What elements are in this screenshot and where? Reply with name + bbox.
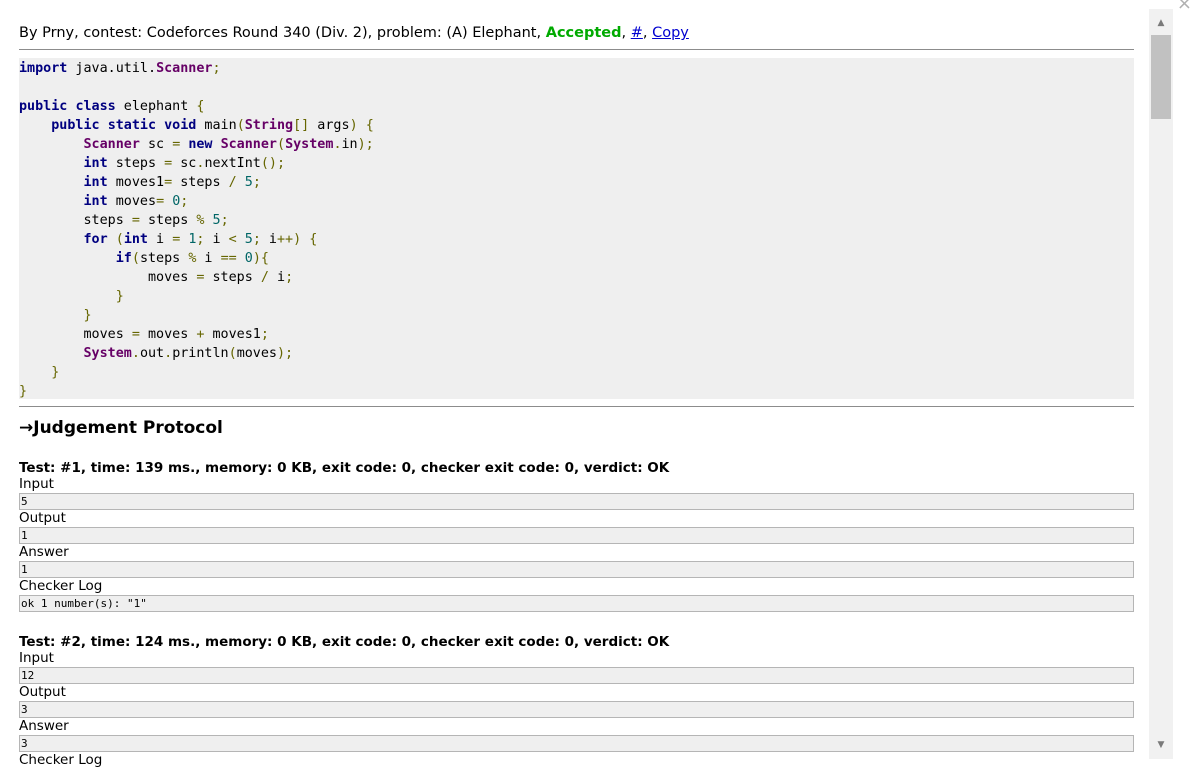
code-line: Scanner sc = new Scanner(System.in);	[83, 137, 374, 152]
output-label: Output	[19, 510, 66, 526]
separator: ,	[621, 25, 631, 41]
code-line: }	[115, 289, 124, 304]
output-value: 1	[19, 527, 1134, 544]
code-line: for (int i = 1; i < 5; i++) {	[83, 232, 318, 247]
protocol-title[interactable]: →Judgement Protocol	[19, 417, 1134, 439]
answer-value: 3	[19, 735, 1134, 752]
code-line: }	[51, 365, 60, 380]
checker-log-label: Checker Log	[19, 752, 103, 768]
code-line: import java.util.Scanner;	[19, 61, 221, 76]
code-line: System.out.println(moves);	[83, 346, 294, 361]
scroll-up-icon[interactable]: ▲	[1149, 15, 1173, 31]
scroll-down-icon[interactable]: ▼	[1149, 737, 1173, 753]
permalink-link[interactable]: #	[631, 25, 643, 41]
code-line: }	[83, 308, 92, 323]
checker-log-label: Checker Log	[19, 578, 103, 594]
code-line: steps = steps % 5;	[19, 213, 229, 228]
answer-value: 1	[19, 561, 1134, 578]
input-value: 5	[19, 493, 1134, 510]
divider	[19, 406, 1134, 407]
code-line: int steps = sc.nextInt();	[83, 156, 286, 171]
test-header: Test: #1, time: 139 ms., memory: 0 KB, e…	[19, 460, 670, 476]
source-code: import java.util.Scanner; public class e…	[19, 58, 1134, 399]
scroll-thumb[interactable]	[1151, 35, 1171, 119]
test-header: Test: #2, time: 124 ms., memory: 0 KB, e…	[19, 634, 670, 650]
input-label: Input	[19, 476, 54, 492]
code-line: moves = steps / i;	[19, 270, 294, 285]
answer-label: Answer	[19, 718, 69, 734]
code-line: public static void main(String[] args) {	[51, 118, 374, 133]
submission-info: By Prny, contest: Codeforces Round 340 (…	[19, 25, 546, 41]
code-line: int moves= 0;	[83, 194, 189, 209]
code-line: moves = moves + moves1;	[19, 327, 269, 342]
copy-link[interactable]: Copy	[652, 25, 689, 41]
submission-view: By Prny, contest: Codeforces Round 340 (…	[19, 0, 1134, 768]
output-value: 3	[19, 701, 1134, 718]
test-case-2: Test: #2, time: 124 ms., memory: 0 KB, e…	[19, 634, 1134, 768]
close-icon[interactable]: ×	[1177, 0, 1192, 14]
input-label: Input	[19, 650, 54, 666]
answer-label: Answer	[19, 544, 69, 560]
code-line: }	[19, 384, 28, 399]
submission-header: By Prny, contest: Codeforces Round 340 (…	[19, 23, 1134, 50]
separator: ,	[642, 25, 653, 41]
code-line: public class elephant {	[19, 99, 205, 114]
code-line: if(steps % i == 0){	[115, 251, 269, 266]
vertical-scrollbar[interactable]: ▲ ▼	[1149, 9, 1173, 759]
verdict-label: Accepted	[545, 25, 622, 41]
checker-log-value: ok 1 number(s): "1"	[19, 595, 1134, 612]
output-label: Output	[19, 684, 66, 700]
code-line: int moves1= steps / 5;	[83, 175, 261, 190]
input-value: 12	[19, 667, 1134, 684]
test-case-1: Test: #1, time: 139 ms., memory: 0 KB, e…	[19, 460, 1134, 612]
